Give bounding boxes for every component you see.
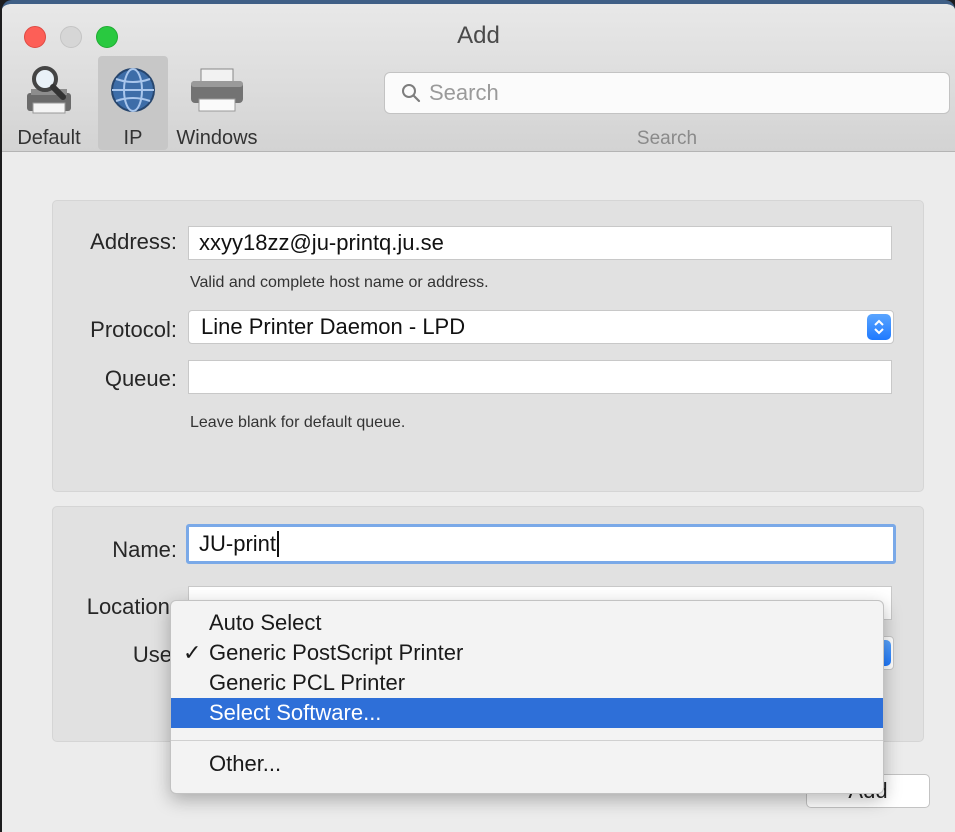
up-down-chevron-icon [867,314,891,340]
address-label: Address: [90,229,177,254]
menu-item-label: Auto Select [209,610,322,635]
menu-item-label: Select Software... [209,700,382,725]
toolbar-item-windows[interactable]: Windows [172,56,262,150]
text-cursor [277,531,280,557]
search-icon [402,84,421,103]
menu-item-select-software[interactable]: Select Software... [171,698,883,728]
menu-item-label: Generic PCL Printer [209,670,406,695]
search-input[interactable] [429,80,909,106]
name-field[interactable]: JU-print [186,524,896,564]
menu-item-generic-pcl[interactable]: Generic PCL Printer [171,668,883,698]
menu-item-generic-postscript[interactable]: ✓ Generic PostScript Printer [171,638,883,668]
toolbar-item-label: Default [17,127,81,149]
toolbar: Add Default IP Windows Search Search [2,4,955,152]
address-field[interactable]: xxyy18zz@ju-printq.ju.se [188,226,892,260]
use-dropdown-menu: Auto Select ✓ Generic PostScript Printer… [170,600,884,794]
queue-field[interactable] [188,360,892,394]
toolbar-item-label: IP [123,127,143,149]
search-field[interactable] [384,72,950,114]
search-label: Search [636,128,698,149]
toolbar-item-label: Windows [176,127,258,149]
address-value: xxyy18zz@ju-printq.ju.se [199,230,444,255]
address-hint: Valid and complete host name or address. [190,274,489,291]
protocol-label: Protocol: [90,317,177,342]
add-printer-window: Add Default IP Windows Search Search Add… [2,0,955,832]
menu-item-label: Other... [209,751,282,776]
toolbar-item-ip[interactable]: IP [98,56,168,150]
name-value: JU-print [199,531,277,556]
menu-separator [171,740,883,741]
toolbar-item-default[interactable]: Default [6,56,92,150]
globe-icon [102,62,164,117]
protocol-popup[interactable]: Line Printer Daemon - LPD [188,310,894,344]
protocol-value: Line Printer Daemon - LPD [201,314,466,339]
menu-item-other[interactable]: Other... [171,749,883,779]
window-title: Add [457,22,500,49]
checkmark-icon: ✓ [183,640,202,665]
magnifier-printer-icon [18,62,80,117]
queue-hint: Leave blank for default queue. [190,414,406,431]
printer-icon [186,62,248,117]
location-label: Location: [86,594,176,619]
name-label: Name: [112,537,177,562]
search-area: Search [384,72,950,150]
menu-item-auto-select[interactable]: Auto Select [171,608,883,638]
menu-item-label: Generic PostScript Printer [209,640,464,665]
queue-label: Queue: [104,366,177,391]
use-label: Use [132,642,172,667]
